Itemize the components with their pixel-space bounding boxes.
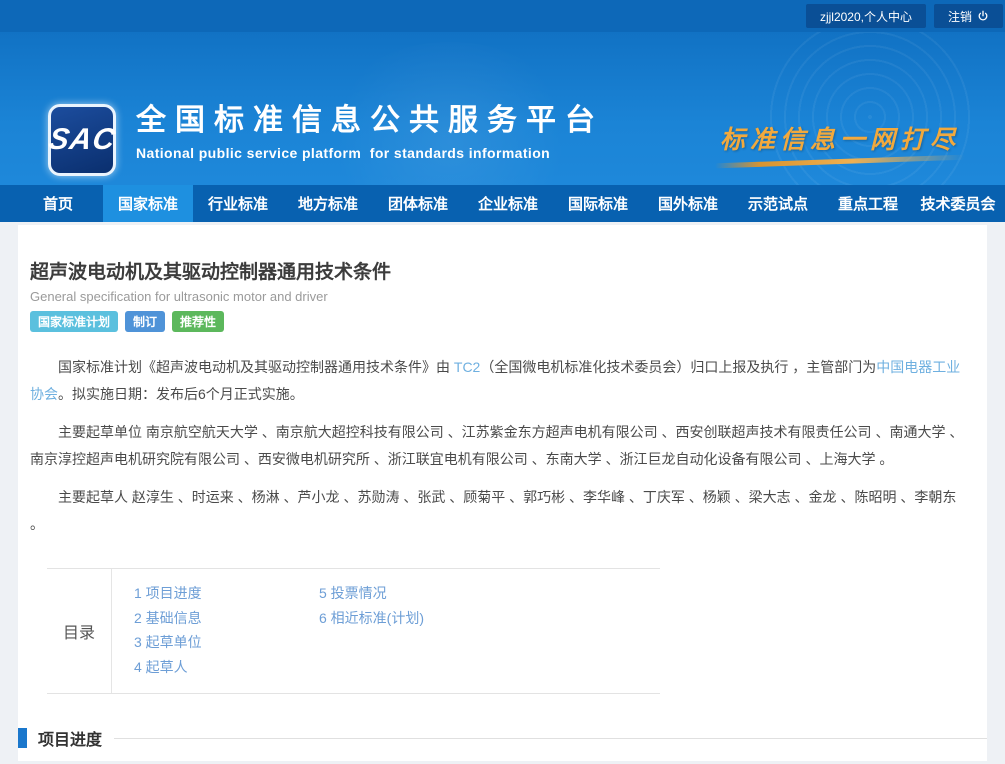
paragraph-drafters: 主要起草人 赵淳生 、时运来 、杨淋 、芦小龙 、苏勋涛 、张武 、顾菊平 、郭… — [30, 484, 973, 538]
content-card: 超声波电动机及其驱动控制器通用技术条件 General specificatio… — [18, 225, 987, 761]
user-center-button[interactable]: zjjl2020,个人中心 — [806, 4, 926, 28]
toc-column-2: 5 投票情况 6 相近标准(计划) — [319, 581, 504, 679]
para1-text-1: 国家标准计划《超声波电动机及其驱动控制器通用技术条件》由 — [58, 359, 454, 375]
main-nav: 首页 国家标准 行业标准 地方标准 团体标准 企业标准 国际标准 国外标准 示范… — [0, 185, 1005, 222]
status-badge-type: 制订 — [125, 311, 165, 332]
toc-link-progress[interactable]: 1 项目进度 — [134, 581, 319, 606]
nav-item-foreign-standards[interactable]: 国外标准 — [643, 185, 733, 222]
slogan: 标准信息一网打尽 — [715, 120, 965, 164]
nav-item-group-standards[interactable]: 团体标准 — [373, 185, 463, 222]
nav-item-key-projects[interactable]: 重点工程 — [823, 185, 913, 222]
site-subtitle: National public service platform for sta… — [136, 145, 604, 161]
status-badge-recommended: 推荐性 — [172, 311, 224, 332]
paragraph-drafting-units: 主要起草单位 南京航空航天大学 、南京航大超控科技有限公司 、江苏紫金东方超声电… — [30, 419, 973, 473]
paragraph-overview: 国家标准计划《超声波电动机及其驱动控制器通用技术条件》由 TC2（全国微电机标准… — [30, 354, 973, 408]
toc-label: 目录 — [47, 569, 112, 693]
nav-item-home[interactable]: 首页 — [13, 185, 103, 222]
toc-link-voting[interactable]: 5 投票情况 — [319, 581, 504, 606]
table-of-contents: 目录 1 项目进度 2 基础信息 3 起草单位 4 起草人 5 投票情况 6 相… — [47, 568, 660, 694]
standard-article: 超声波电动机及其驱动控制器通用技术条件 General specificatio… — [18, 225, 987, 694]
sac-logo: SAC — [48, 104, 116, 176]
article-body: 国家标准计划《超声波电动机及其驱动控制器通用技术条件》由 TC2（全国微电机标准… — [30, 354, 973, 538]
toc-link-drafters[interactable]: 4 起草人 — [134, 655, 319, 680]
slogan-text: 标准信息一网打尽 — [715, 120, 965, 156]
toc-link-basic-info[interactable]: 2 基础信息 — [134, 606, 319, 631]
page-title-english: General specification for ultrasonic mot… — [30, 289, 973, 304]
toc-link-similar-standards[interactable]: 6 相近标准(计划) — [319, 606, 504, 631]
logout-label: 注销 — [948, 8, 972, 25]
tc2-link[interactable]: TC2 — [454, 359, 480, 375]
nav-item-pilot[interactable]: 示范试点 — [733, 185, 823, 222]
user-center-label: zjjl2020,个人中心 — [820, 8, 912, 25]
sac-logo-text: SAC — [46, 123, 118, 157]
power-icon — [977, 10, 989, 22]
topbar: zjjl2020,个人中心 注销 — [0, 0, 1005, 32]
logout-button[interactable]: 注销 — [934, 4, 1003, 28]
nav-item-national-standards[interactable]: 国家标准 — [103, 185, 193, 222]
page-title: 超声波电动机及其驱动控制器通用技术条件 — [30, 257, 973, 284]
badge-row: 国家标准计划 制订 推荐性 — [30, 311, 973, 332]
site-title: 全国标准信息公共服务平台 — [136, 104, 604, 139]
progress-section-header: 项目进度 — [18, 726, 987, 750]
nav-item-international-standards[interactable]: 国际标准 — [553, 185, 643, 222]
brand[interactable]: SAC 全国标准信息公共服务平台 National public service… — [48, 104, 604, 176]
nav-item-industry-standards[interactable]: 行业标准 — [193, 185, 283, 222]
toc-column-1: 1 项目进度 2 基础信息 3 起草单位 4 起草人 — [134, 581, 319, 679]
site-header: SAC 全国标准信息公共服务平台 National public service… — [0, 32, 1005, 185]
nav-item-technical-committee[interactable]: 技术委员会 — [913, 185, 1003, 222]
section-divider — [114, 738, 987, 739]
para1-text-2: （全国微电机标准化技术委员会）归口上报及执行 ，主管部门为 — [480, 359, 876, 375]
section-accent-bar — [18, 728, 27, 748]
status-badge-plan: 国家标准计划 — [30, 311, 118, 332]
progress-section-title: 项目进度 — [38, 726, 102, 750]
nav-item-enterprise-standards[interactable]: 企业标准 — [463, 185, 553, 222]
toc-link-drafting-units[interactable]: 3 起草单位 — [134, 630, 319, 655]
nav-item-local-standards[interactable]: 地方标准 — [283, 185, 373, 222]
para1-text-3: 。拟实施日期：发布后6个月正式实施。 — [58, 386, 304, 402]
